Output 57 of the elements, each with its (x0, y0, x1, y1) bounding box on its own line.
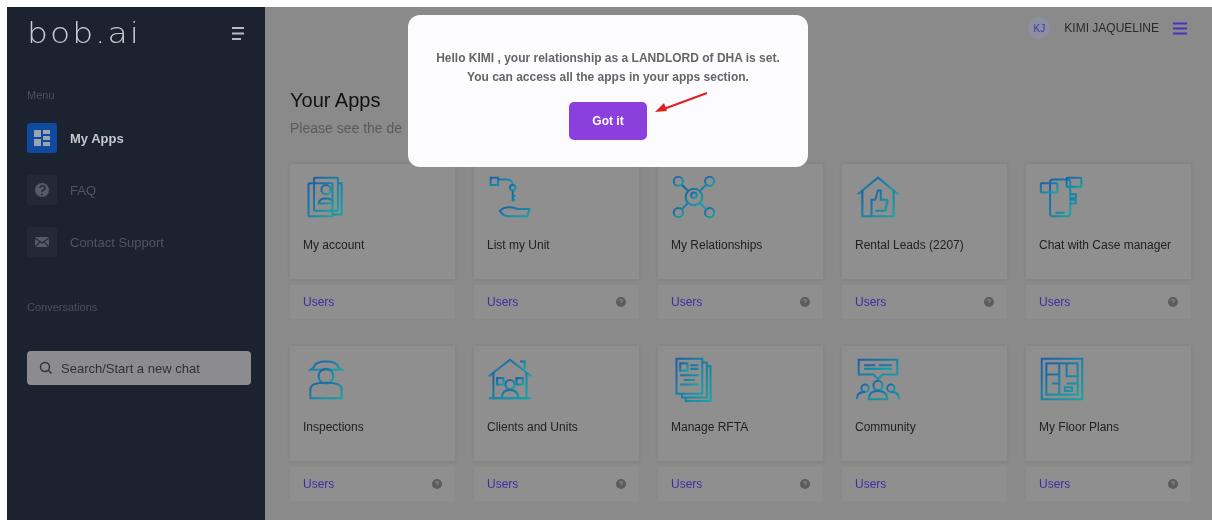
app-card[interactable]: Rental Leads (2207) (842, 164, 1007, 279)
app-card[interactable]: Community (842, 346, 1007, 461)
app-title: My account (303, 238, 366, 252)
hand-key-icon (487, 174, 533, 220)
users-link[interactable]: Users (487, 295, 519, 309)
phone-chat-icon (1039, 174, 1085, 220)
search-field[interactable]: Search/Start a new chat (27, 351, 251, 385)
app-card[interactable]: Chat with Case manager (1026, 164, 1191, 279)
help-icon[interactable] (1168, 297, 1178, 307)
annotation-arrow (655, 92, 708, 112)
users-link[interactable]: Users (671, 477, 703, 491)
users-link[interactable]: Users (487, 477, 519, 491)
menu-icon[interactable] (231, 25, 245, 41)
app-card[interactable]: Clients and Units (474, 346, 639, 461)
app-title: Chat with Case manager (1039, 238, 1173, 252)
floor-plan-icon (1039, 356, 1085, 402)
house-person-icon (487, 356, 533, 402)
help-icon[interactable] (800, 479, 810, 489)
app-card[interactable]: My Floor Plans (1026, 346, 1191, 461)
sidebar-item[interactable]: My Apps (27, 123, 245, 153)
search-icon (39, 361, 53, 375)
app-card[interactable]: My Relationships (658, 164, 823, 279)
app-card[interactable]: List my Unit (474, 164, 639, 279)
app-title: Manage RFTA (671, 420, 750, 434)
help-icon[interactable] (616, 479, 626, 489)
house-thumbs-up-icon (855, 174, 901, 220)
page-title: Your Apps (290, 89, 381, 112)
user-avatar[interactable]: KJ (1028, 17, 1051, 39)
app-title: List my Unit (487, 238, 551, 252)
app-card[interactable]: My account (290, 164, 455, 279)
community-chat-icon (855, 356, 901, 402)
app-card[interactable]: Inspections (290, 346, 455, 461)
help-icon[interactable] (432, 479, 442, 489)
modal-message: Hello KIMI , your relationship as a LANDLORD of DHA is set. You can access all the apps in your apps section. (436, 50, 780, 86)
app-title: My Relationships (671, 238, 764, 252)
help-icon[interactable] (1168, 479, 1178, 489)
logo: bob.ai (27, 16, 141, 50)
app-title: Inspections (303, 420, 365, 434)
app-title: My Floor Plans (1039, 420, 1121, 434)
people-network-icon (671, 174, 717, 220)
help-icon[interactable] (984, 297, 994, 307)
help-icon[interactable] (616, 297, 626, 307)
users-link[interactable]: Users (855, 295, 887, 309)
app-title: Clients and Units (487, 420, 579, 434)
got-it-button[interactable]: Got it (569, 102, 647, 140)
users-link[interactable]: Users (303, 295, 335, 309)
app-card[interactable]: Manage RFTA (658, 346, 823, 461)
users-link[interactable]: Users (855, 477, 887, 491)
help-icon[interactable] (800, 297, 810, 307)
app-title: Community (855, 420, 917, 434)
user-name[interactable]: KIMI JAQUELINE (1064, 21, 1159, 35)
users-link[interactable]: Users (303, 477, 335, 491)
users-link[interactable]: Users (671, 295, 703, 309)
users-link[interactable]: Users (1039, 295, 1071, 309)
app-title: Rental Leads (2207) (855, 238, 965, 252)
users-link[interactable]: Users (1039, 477, 1071, 491)
grid-icon (31, 127, 53, 149)
